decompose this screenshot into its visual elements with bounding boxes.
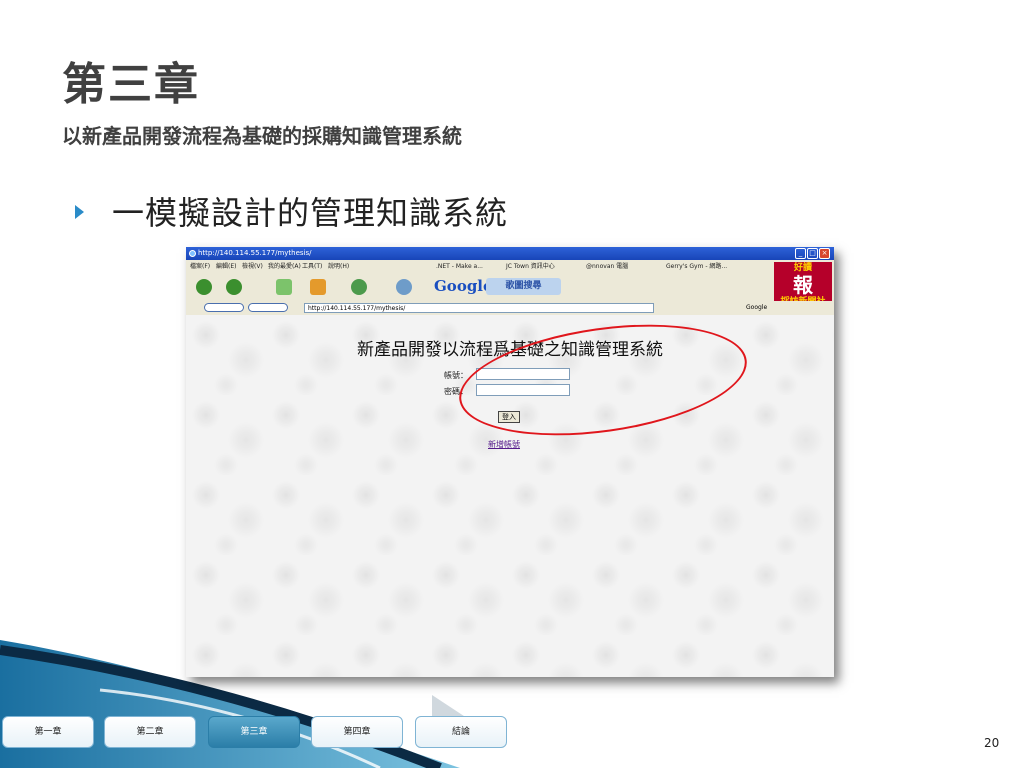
forward-icon[interactable] [226, 279, 242, 295]
link-1[interactable]: .NET - Make a... [436, 260, 483, 274]
slide-title: 第三章 [62, 59, 200, 110]
address-field[interactable]: http://140.114.55.177/mythesis/ [304, 303, 654, 313]
toolbar-search-button[interactable]: 歌圖搜尋 [486, 278, 561, 295]
menu-help[interactable]: 說明(H) [328, 260, 349, 274]
browser-toolbar: Google 歌圖搜尋 [186, 274, 834, 301]
nav-chapter-1[interactable]: 第一章 [2, 716, 94, 748]
menu-favorites[interactable]: 我的最愛(A) [268, 260, 301, 274]
slide-subtitle: 以新產品開發流程為基礎的採購知識管理系統 [62, 124, 462, 148]
menu-view[interactable]: 檢視(V) [242, 260, 263, 274]
home-icon[interactable] [310, 279, 326, 295]
nav-chapter-4[interactable]: 第四章 [311, 716, 403, 748]
browser-titlebar: http://140.114.55.177/mythesis/ _ □ × [186, 247, 834, 260]
refresh-icon[interactable] [276, 279, 292, 295]
link-2[interactable]: JC Town 資訊中心 [506, 260, 555, 274]
forward-pill-button[interactable] [248, 303, 288, 312]
google-small-label: Google [746, 304, 768, 311]
browser-title-url: http://140.114.55.177/mythesis/ [198, 249, 312, 257]
google-logo: Google [434, 277, 493, 295]
back-pill-button[interactable] [204, 303, 244, 312]
menu-edit[interactable]: 編輯(E) [216, 260, 236, 274]
nav-chapter-3[interactable]: 第三章 [208, 716, 300, 748]
register-link[interactable]: 新增帳號 [488, 439, 520, 450]
page-number: 20 [984, 736, 1000, 750]
maximize-icon[interactable]: □ [807, 248, 818, 259]
media-icon[interactable] [351, 279, 367, 295]
minimize-icon[interactable]: _ [795, 248, 806, 259]
close-icon[interactable]: × [819, 248, 830, 259]
link-3[interactable]: @nnovan 電腦 [586, 260, 628, 274]
bullet-arrow-icon [75, 205, 84, 219]
nav-chapter-2[interactable]: 第二章 [104, 716, 196, 748]
menu-file[interactable]: 檔案(F) [190, 260, 210, 274]
browser-addressbar: http://140.114.55.177/mythesis/ Google [186, 301, 834, 315]
ie-icon [189, 250, 196, 257]
browser-screenshot: http://140.114.55.177/mythesis/ _ □ × 檔案… [186, 247, 834, 677]
nav-conclusion[interactable]: 結論 [415, 716, 507, 748]
ad-big-text: 報 [793, 273, 813, 297]
account-label: 帳號： [444, 371, 468, 380]
back-icon[interactable] [196, 279, 212, 295]
link-4[interactable]: Gerry's Gym - 網路... [666, 260, 727, 274]
mail-icon[interactable] [396, 279, 412, 295]
browser-menubar: 檔案(F) 編輯(E) 檢視(V) 我的最愛(A) 工具(T) 說明(H) .N… [186, 260, 834, 274]
menu-tools[interactable]: 工具(T) [302, 260, 322, 274]
bullet-text: 一模擬設計的管理知識系統 [112, 194, 509, 232]
